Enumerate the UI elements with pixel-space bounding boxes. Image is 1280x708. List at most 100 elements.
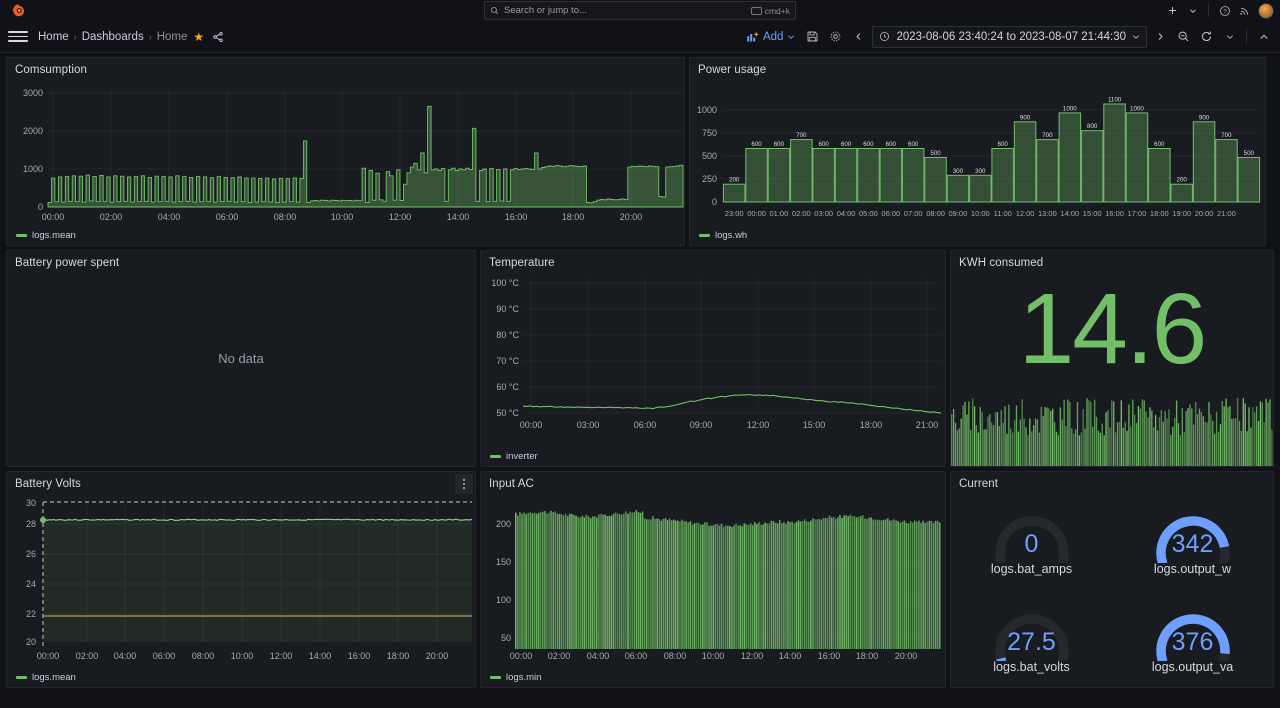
refresh-dashboard-button[interactable] — [1196, 26, 1217, 47]
panel-kwh-consumed[interactable]: KWH consumed 14.6 — [950, 250, 1274, 467]
panel-temperature[interactable]: Temperature 100 °C 90 °C 80 °C 70 °C 60 … — [480, 250, 946, 467]
svg-text:15:00: 15:00 — [803, 420, 826, 430]
svg-text:28: 28 — [26, 519, 36, 529]
consumption-chart[interactable]: 3000 2000 1000 0 00:00 02:00 04:00 06:00 0… — [7, 80, 685, 220]
help-circle-icon[interactable]: ? — [1215, 1, 1234, 20]
panel-input-ac[interactable]: Input AC 200 150 100 50 00:00 02:00 04:0… — [480, 471, 946, 688]
chevron-left-icon — [856, 33, 861, 40]
svg-text:21:00: 21:00 — [916, 420, 939, 430]
svg-text:06:00: 06:00 — [634, 420, 657, 430]
search-input[interactable]: Search or jump to... cmd+k — [484, 1, 796, 20]
gauge-label: logs.output_va — [1151, 659, 1234, 674]
hamburger-menu-icon[interactable] — [8, 27, 28, 47]
legend-color-swatch — [16, 234, 27, 237]
gauge-bat-volts[interactable]: 27.5 logs.bat_volts — [951, 588, 1112, 686]
add-panel-button[interactable]: Add — [741, 28, 800, 46]
zoom-out-time-button[interactable] — [1173, 26, 1194, 47]
svg-text:900: 900 — [1199, 114, 1210, 121]
panel-battery-power-spent[interactable]: Battery power spent No data — [6, 250, 476, 467]
svg-text:200: 200 — [729, 177, 740, 184]
panel-battery-volts[interactable]: Battery Volts 30 28 26 24 22 20 00:00 02… — [6, 471, 476, 688]
svg-text:12:00: 12:00 — [389, 212, 412, 220]
svg-text:12:00: 12:00 — [741, 651, 764, 661]
svg-text:18:00: 18:00 — [1150, 209, 1169, 218]
panel-menu-icon[interactable] — [455, 474, 473, 494]
search-icon — [490, 6, 499, 15]
panel-title: Power usage — [698, 64, 767, 76]
toolbar-actions: Add 2023-08-06 23:40:24 to 2023-08-07 21… — [741, 25, 1274, 48]
save-dashboard-button[interactable] — [802, 26, 823, 47]
legend-color-swatch — [16, 676, 27, 679]
divider — [1208, 4, 1209, 17]
rss-news-icon[interactable] — [1235, 1, 1254, 20]
refresh-interval-dropdown[interactable] — [1219, 26, 1240, 47]
panel-power-usage[interactable]: Power usage 1000 750 500 250 0 200 600 600… — [689, 57, 1266, 246]
gauge-value: 27.5 — [1007, 627, 1056, 656]
svg-text:30: 30 — [26, 498, 36, 508]
panel-title: Current — [959, 478, 999, 490]
gauge-output-w[interactable]: 342 logs.output_w — [1112, 490, 1273, 588]
clock-icon — [880, 31, 890, 42]
dashboard-row-3: Battery Volts 30 28 26 24 22 20 00:00 02… — [6, 471, 1274, 688]
svg-text:01:00: 01:00 — [770, 209, 789, 218]
battery-volts-chart[interactable]: 30 28 26 24 22 20 00:00 02:00 04:00 06:0… — [7, 494, 476, 662]
global-search[interactable]: Search or jump to... cmd+k — [484, 1, 796, 20]
svg-text:00:00: 00:00 — [37, 651, 60, 661]
panel-current[interactable]: Current 0 logs.bat_amps 342 logs.output_… — [950, 471, 1274, 688]
gauge-output-va[interactable]: 376 logs.output_va — [1112, 588, 1273, 686]
breadcrumb-separator: › — [73, 31, 77, 42]
share-nodes-icon[interactable] — [212, 31, 224, 43]
svg-text:02:00: 02:00 — [76, 651, 99, 661]
breadcrumb-item-current[interactable]: Home — [157, 31, 188, 43]
svg-text:80 °C: 80 °C — [496, 330, 519, 340]
svg-text:600: 600 — [1154, 141, 1165, 148]
svg-text:14:00: 14:00 — [447, 212, 470, 220]
input-ac-chart[interactable]: 200 150 100 50 00:00 02:00 04:00 06:00 08:… — [481, 494, 946, 662]
breadcrumb-item-home[interactable]: Home — [38, 31, 69, 43]
svg-text:70 °C: 70 °C — [496, 356, 519, 366]
dashboard-settings-button[interactable] — [825, 26, 846, 47]
time-range-previous-button[interactable] — [848, 26, 869, 47]
svg-text:300: 300 — [953, 168, 964, 175]
svg-text:20:00: 20:00 — [1195, 209, 1214, 218]
grafana-logo-icon[interactable] — [8, 0, 30, 21]
svg-text:00:00: 00:00 — [520, 420, 543, 430]
svg-text:15:00: 15:00 — [1083, 209, 1102, 218]
user-avatar[interactable] — [1258, 2, 1274, 19]
legend-color-swatch — [490, 455, 501, 458]
chart-legend[interactable]: logs.mean — [16, 230, 76, 241]
chart-legend[interactable]: inverter — [490, 451, 538, 462]
chart-legend[interactable]: logs.mean — [16, 672, 76, 683]
power-usage-chart[interactable]: 1000 750 500 250 0 200 600 600 700 600 600 600… — [690, 80, 1266, 220]
svg-text:16:00: 16:00 — [1105, 209, 1124, 218]
svg-text:10:00: 10:00 — [331, 212, 354, 220]
keyboard-shortcut-hint: cmd+k — [750, 6, 790, 16]
add-new-button[interactable] — [1163, 1, 1182, 20]
svg-text:06:00: 06:00 — [625, 651, 648, 661]
svg-text:22: 22 — [26, 609, 36, 619]
collapse-toolbar-button[interactable] — [1253, 26, 1274, 47]
chevron-down-icon[interactable] — [1183, 1, 1202, 20]
svg-text:600: 600 — [908, 141, 919, 148]
chart-legend[interactable]: logs.min — [490, 672, 541, 683]
gauge-bat-amps[interactable]: 0 logs.bat_amps — [951, 490, 1112, 588]
star-filled-icon[interactable]: ★ — [193, 30, 204, 44]
gauge-label: logs.bat_volts — [993, 659, 1070, 674]
chart-legend[interactable]: logs.wh — [699, 230, 747, 241]
svg-text:08:00: 08:00 — [192, 651, 215, 661]
time-range-next-button[interactable] — [1150, 26, 1171, 47]
temperature-chart[interactable]: 100 °C 90 °C 80 °C 70 °C 60 °C 50 °C 00:… — [481, 271, 946, 446]
legend-label: inverter — [506, 451, 538, 462]
svg-text:300: 300 — [975, 168, 986, 175]
svg-text:250: 250 — [702, 174, 717, 184]
svg-text:60 °C: 60 °C — [496, 382, 519, 392]
svg-text:800: 800 — [1087, 123, 1098, 130]
svg-text:12:00: 12:00 — [1016, 209, 1035, 218]
dashboard-toolbar: Home › Dashboards › Home ★ Add 2023-08-0… — [0, 21, 1280, 53]
panel-comsumption[interactable]: Comsumption 3000 2000 1000 0 00:00 02:00… — [6, 57, 685, 246]
time-range-picker[interactable]: 2023-08-06 23:40:24 to 2023-08-07 21:44:… — [872, 25, 1147, 48]
breadcrumb-item-dashboards[interactable]: Dashboards — [82, 31, 144, 43]
dashboard-row-1: Comsumption 3000 2000 1000 0 00:00 02:00… — [6, 57, 1274, 246]
svg-text:600: 600 — [863, 141, 874, 148]
svg-text:50 °C: 50 °C — [496, 408, 519, 418]
